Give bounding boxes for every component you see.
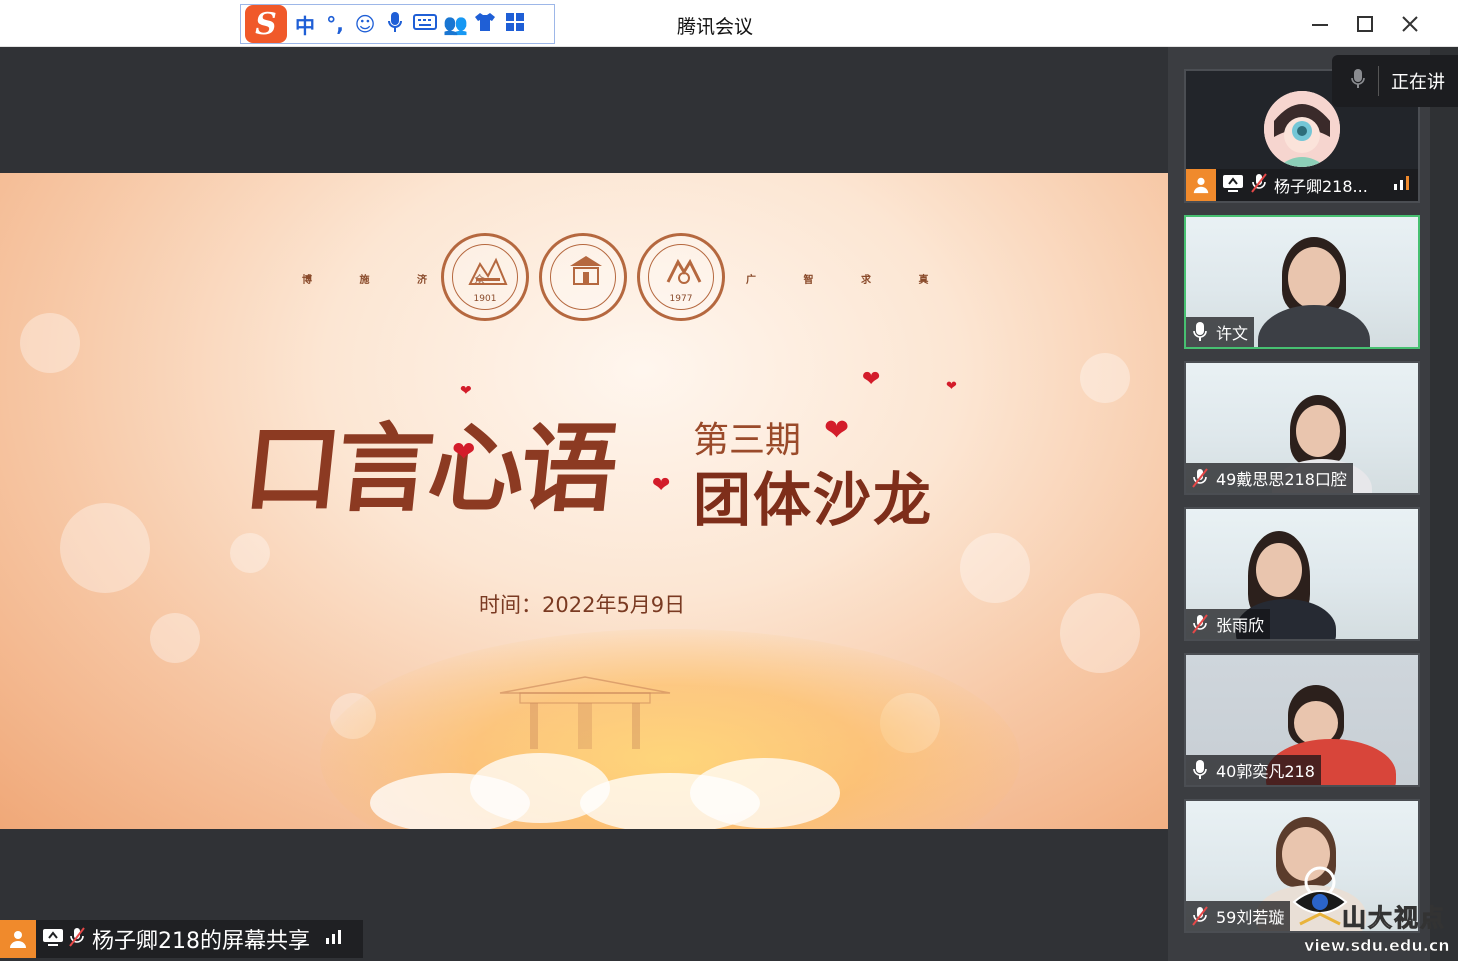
mic-icon bbox=[1350, 68, 1366, 95]
participant-tile[interactable]: 49戴思思218口腔 bbox=[1184, 361, 1420, 495]
motto-right: 广 智 求 真 bbox=[746, 275, 951, 286]
title-bar: S 中 °, ☺ 👥 腾讯会议 bbox=[0, 0, 1458, 47]
event-date: 时间：2022年5月9日 bbox=[479, 593, 686, 617]
mic-on-icon bbox=[1190, 760, 1210, 780]
shared-screen-area: 博 施 济 众 广 智 求 真 1901 1977 口言心语 第三期 团体沙龙 … bbox=[0, 47, 1168, 961]
screen-share-icon bbox=[1222, 173, 1244, 197]
participant-name-bar: 49戴思思218口腔 bbox=[1186, 463, 1353, 493]
mic-muted-icon bbox=[1190, 906, 1210, 926]
mic-muted-icon bbox=[1250, 172, 1268, 198]
heart-icon: ❤ bbox=[862, 367, 881, 392]
mic-muted-icon bbox=[68, 926, 86, 952]
participant-tile[interactable]: 许文 bbox=[1184, 215, 1420, 349]
participant-name-bar: 40郭奕凡218 bbox=[1186, 755, 1321, 785]
shandong-university-seal: 1901 bbox=[441, 233, 529, 321]
heart-icon: ❤ bbox=[652, 473, 671, 498]
panel-scrollbar[interactable] bbox=[1430, 47, 1458, 961]
screen-share-indicator[interactable]: 杨子卿218的屏幕共享 bbox=[0, 920, 363, 958]
participant-name: 40郭奕凡218 bbox=[1216, 762, 1315, 781]
participant-name: 张雨欣 bbox=[1216, 616, 1265, 635]
slide-subtitle: 团体沙龙 bbox=[693, 466, 934, 534]
user-avatar-icon bbox=[1186, 169, 1216, 201]
heart-icon: ❤ bbox=[460, 383, 472, 399]
user-avatar-icon bbox=[0, 920, 36, 958]
maximize-button[interactable] bbox=[1351, 10, 1379, 38]
heart-icon: ❤ bbox=[946, 379, 957, 394]
participant-name-bar: 杨子卿218... bbox=[1186, 169, 1418, 201]
calligraphy-title: 口言心语 bbox=[239, 412, 620, 525]
participant-tile[interactable]: 张雨欣 bbox=[1184, 507, 1420, 641]
signal-strength-icon bbox=[324, 929, 344, 949]
heart-icon: ❤ bbox=[824, 413, 850, 448]
participant-name: 许文 bbox=[1216, 324, 1249, 343]
sdu-news-watermark: 山大视点 view.sdu.edu.cn bbox=[1290, 862, 1458, 961]
participant-video-panel: 杨子卿218... 许文 49戴思思218口腔 张雨欣 40郭奕凡218 59刘… bbox=[1168, 47, 1430, 961]
mic-muted-icon bbox=[1190, 614, 1210, 634]
participant-name-bar: 59刘若璇 bbox=[1186, 901, 1291, 931]
presentation-slide: 博 施 济 众 广 智 求 真 1901 1977 口言心语 第三期 团体沙龙 … bbox=[0, 173, 1168, 829]
heart-icon: ❤ bbox=[452, 435, 476, 468]
participant-name: 杨子卿218... bbox=[1274, 177, 1368, 196]
eye-logo-icon bbox=[1292, 866, 1348, 926]
minimize-button[interactable] bbox=[1306, 10, 1334, 38]
watermark-url: view.sdu.edu.cn bbox=[1304, 936, 1450, 956]
signal-strength-icon bbox=[1392, 175, 1412, 195]
stomatology-seal: 1977 bbox=[637, 233, 725, 321]
watermark-name: 山大视点 bbox=[1342, 904, 1446, 933]
speaking-indicator: 正在讲 bbox=[1332, 55, 1458, 107]
window-title: 腾讯会议 bbox=[676, 16, 753, 38]
participant-name-bar: 许文 bbox=[1186, 317, 1255, 347]
university-gate-illustration bbox=[499, 676, 671, 749]
speaking-label: 正在讲 bbox=[1391, 72, 1445, 93]
participant-name-bar: 张雨欣 bbox=[1186, 609, 1271, 639]
cheeloo-medicine-seal bbox=[539, 233, 627, 321]
mic-muted-icon bbox=[1190, 468, 1210, 488]
participant-name: 59刘若璇 bbox=[1216, 908, 1285, 927]
participant-name: 49戴思思218口腔 bbox=[1216, 470, 1347, 489]
close-button[interactable] bbox=[1396, 10, 1424, 38]
screen-share-icon bbox=[42, 927, 64, 951]
mic-on-icon bbox=[1190, 322, 1210, 342]
screen-share-label: 杨子卿218的屏幕共享 bbox=[92, 929, 310, 954]
participant-avatar bbox=[1264, 91, 1340, 167]
participant-tile[interactable]: 40郭奕凡218 bbox=[1184, 653, 1420, 787]
